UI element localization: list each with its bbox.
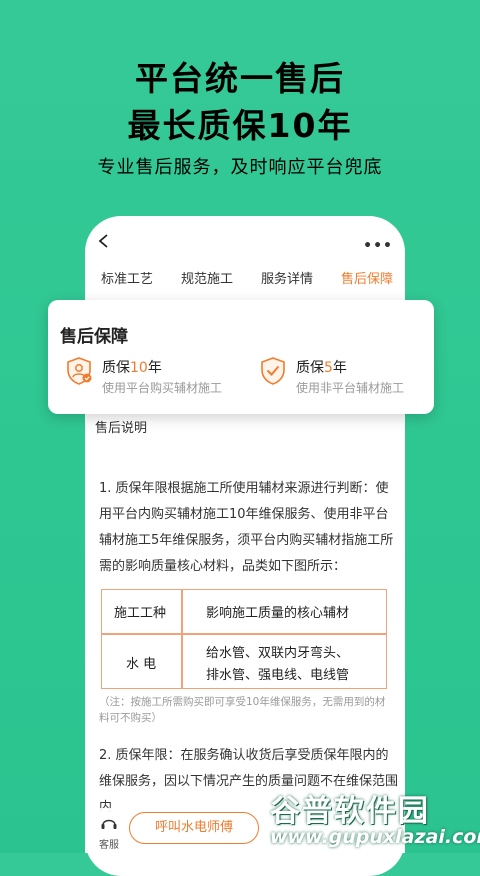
shield-check-icon	[261, 357, 285, 385]
table-cell-materials-1: 给水管、双联内牙弯头、	[206, 646, 350, 661]
table-cell-materials-2: 排水管、强电线、电线管	[206, 668, 350, 683]
tab-standard-construction[interactable]: 规范施工	[181, 268, 233, 287]
top-bar: •••	[85, 216, 405, 266]
warranty-card: 售后保障 质保10年 使用平台购买辅材施工 质保5年 使用非平台辅材施工	[48, 300, 434, 414]
watermark-title: 谷普软件园	[270, 794, 430, 829]
tab-standard-craft[interactable]: 标准工艺	[101, 268, 153, 287]
hero-title-line2: 最长质保10年	[127, 106, 353, 145]
paragraph-1: 1. 质保年限根据施工所使用辅材来源进行判断：使用平台内购买辅材施工10年维保服…	[99, 481, 394, 574]
table-header-type: 施工工种	[114, 606, 167, 621]
section-title: 售后说明	[95, 421, 148, 436]
table-header-materials: 影响施工质量的核心辅材	[206, 606, 350, 621]
customer-service-icon[interactable]	[99, 814, 119, 834]
hero-title-line1: 平台统一售后	[135, 59, 345, 98]
hero-subtitle: 专业售后服务，及时响应平台兜底	[97, 157, 383, 178]
tab-after-sales[interactable]: 售后保障	[341, 268, 393, 287]
watermark-url: www.gupuxlazai.com	[270, 826, 480, 848]
warranty-card-title: 售后保障	[60, 327, 128, 347]
material-table: 施工工种 影响施工质量的核心辅材 水 电 给水管、双联内牙弯头、 排水管、强电线…	[101, 589, 387, 689]
warranty-years: 10	[130, 360, 148, 376]
call-electrician-button[interactable]: 呼叫水电师傅	[129, 812, 259, 844]
watermark: 谷普软件园 www.gupuxlazai.com	[270, 786, 480, 853]
warranty-years: 5	[324, 360, 333, 376]
tab-service-details[interactable]: 服务详情	[261, 268, 313, 287]
warranty-item-title: 质保10年	[102, 360, 162, 376]
warranty-item-title: 质保5年	[296, 360, 347, 376]
customer-service-label[interactable]: 客服	[99, 836, 119, 851]
warranty-item-desc: 使用非平台辅材施工	[296, 381, 405, 395]
back-icon[interactable]	[97, 234, 111, 248]
table-note: （注：按施工所需购买即可享受10年维保服务，无需用到的材料可不购买）	[99, 696, 386, 724]
tab-bar: 标准工艺 规范施工 服务详情 售后保障	[85, 268, 405, 300]
shield-person-icon	[67, 357, 92, 385]
table-divider	[102, 633, 386, 635]
table-cell-type: 水 电	[126, 657, 157, 672]
more-icon[interactable]: •••	[363, 238, 393, 254]
table-divider	[181, 590, 183, 688]
warranty-item-desc: 使用平台购买辅材施工	[102, 381, 223, 395]
